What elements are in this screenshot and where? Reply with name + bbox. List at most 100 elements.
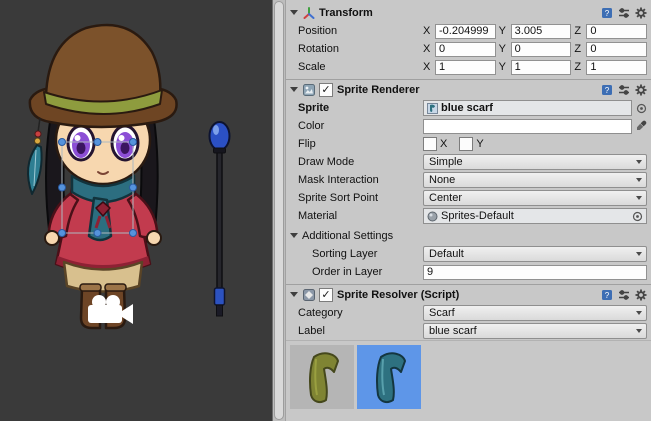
foldout-arrow-icon[interactable] <box>290 87 298 92</box>
svg-text:?: ? <box>604 9 609 18</box>
draw-mode-label: Draw Mode <box>298 156 423 168</box>
sprite-sort-point-dropdown[interactable]: Center <box>423 190 647 206</box>
svg-text:?: ? <box>604 86 609 95</box>
flip-row: Flip X Y <box>286 135 651 153</box>
transform-header[interactable]: Transform ? <box>286 3 651 22</box>
axis-y-label: Y <box>499 43 508 55</box>
sorting-layer-label: Sorting Layer <box>312 248 423 260</box>
flip-x-checkbox[interactable] <box>423 137 437 151</box>
position-row: Position X -0.204999 Y 3.005 Z 0 <box>286 22 651 40</box>
scene-view[interactable] <box>0 0 272 421</box>
sprite-object-field[interactable]: blue scarf <box>423 100 632 116</box>
mask-interaction-label: Mask Interaction <box>298 174 423 186</box>
additional-settings-foldout[interactable]: Additional Settings <box>286 226 651 245</box>
rotation-y-field[interactable]: 0 <box>511 42 572 57</box>
material-sphere-icon <box>427 211 438 222</box>
axis-z-label: Z <box>574 61 583 73</box>
axis-x-label: X <box>423 25 432 37</box>
foldout-arrow-icon[interactable] <box>290 233 298 238</box>
position-z-field[interactable]: 0 <box>586 24 647 39</box>
scale-x-field[interactable]: 1 <box>435 60 496 75</box>
inspector-scrollbar[interactable] <box>272 0 286 421</box>
sprite-renderer-enabled-checkbox[interactable]: ✓ <box>319 83 333 97</box>
order-in-layer-field[interactable]: 9 <box>423 265 647 280</box>
axis-x-label: X <box>423 61 432 73</box>
sprite-variant-list <box>286 340 651 421</box>
svg-text:?: ? <box>604 291 609 300</box>
sprite-renderer-icon <box>302 83 315 96</box>
axis-x-label: X <box>423 43 432 55</box>
order-in-layer-label: Order in Layer <box>312 266 423 278</box>
position-label: Position <box>298 25 423 37</box>
axis-y-label: Y <box>499 25 508 37</box>
sprite-resolver-header[interactable]: ✓ Sprite Resolver (Script) ? <box>286 284 651 304</box>
help-icon[interactable]: ? <box>600 83 613 96</box>
flip-y-label: Y <box>476 138 483 150</box>
scale-vector: X 1 Y 1 Z 1 <box>423 60 647 75</box>
sprite-resolver-enabled-checkbox[interactable]: ✓ <box>319 288 333 302</box>
draw-mode-dropdown[interactable]: Simple <box>423 154 647 170</box>
category-row: Category Scarf <box>286 304 651 322</box>
sprite-label: Sprite <box>298 102 423 114</box>
material-label: Material <box>298 210 423 222</box>
scale-z-field[interactable]: 1 <box>586 60 647 75</box>
axis-z-label: Z <box>574 43 583 55</box>
position-vector: X -0.204999 Y 3.005 Z 0 <box>423 24 647 39</box>
position-y-field[interactable]: 3.005 <box>511 24 572 39</box>
left-eye <box>68 126 94 160</box>
sprite-field-value: blue scarf <box>441 102 493 114</box>
help-icon[interactable]: ? <box>600 288 613 301</box>
eyedropper-icon[interactable] <box>635 120 647 132</box>
rotation-label: Rotation <box>298 43 423 55</box>
presets-icon[interactable] <box>617 6 630 19</box>
presets-icon[interactable] <box>617 288 630 301</box>
rotation-x-field[interactable]: 0 <box>435 42 496 57</box>
unity-editor-window: Transform ? Position X -0.204999 Y 3.005… <box>0 0 651 421</box>
presets-icon[interactable] <box>617 83 630 96</box>
gear-icon[interactable] <box>634 6 647 19</box>
green-scarf-thumbnail[interactable] <box>290 345 354 409</box>
scale-y-field[interactable]: 1 <box>511 60 572 75</box>
sprite-sort-point-row: Sprite Sort Point Center <box>286 189 651 207</box>
object-picker-icon[interactable] <box>635 102 647 114</box>
sprite-renderer-header[interactable]: ✓ Sprite Renderer ? <box>286 79 651 99</box>
blue-scarf-thumbnail[interactable] <box>357 345 421 409</box>
transform-icon <box>302 6 315 19</box>
help-icon[interactable]: ? <box>600 6 613 19</box>
material-object-field[interactable]: Sprites-Default <box>423 208 647 224</box>
scale-label: Scale <box>298 61 423 73</box>
rotation-z-field[interactable]: 0 <box>586 42 647 57</box>
label-dropdown[interactable]: blue scarf <box>423 323 647 339</box>
flip-label: Flip <box>298 138 423 150</box>
sprite-sort-point-label: Sprite Sort Point <box>298 192 423 204</box>
scrollbar-thumb[interactable] <box>274 1 284 420</box>
mask-interaction-dropdown[interactable]: None <box>423 172 647 188</box>
foldout-arrow-icon[interactable] <box>290 10 298 15</box>
flip-y-checkbox[interactable] <box>459 137 473 151</box>
axis-y-label: Y <box>499 61 508 73</box>
material-field-value: Sprites-Default <box>441 210 514 222</box>
foldout-arrow-icon[interactable] <box>290 292 298 297</box>
material-row: Material Sprites-Default <box>286 207 651 225</box>
sorting-layer-row: Sorting Layer Default <box>286 245 651 263</box>
scale-row: Scale X 1 Y 1 Z 1 <box>286 58 651 76</box>
gear-icon[interactable] <box>634 288 647 301</box>
sprite-thumbnail-icon <box>427 103 438 114</box>
object-picker-icon[interactable] <box>631 210 643 222</box>
sprite-row: Sprite blue scarf <box>286 99 651 117</box>
position-x-field[interactable]: -0.204999 <box>435 24 496 39</box>
axis-z-label: Z <box>574 25 583 37</box>
label-row: Label blue scarf <box>286 322 651 340</box>
draw-mode-row: Draw Mode Simple <box>286 153 651 171</box>
order-in-layer-row: Order in Layer 9 <box>286 263 651 281</box>
category-dropdown[interactable]: Scarf <box>423 305 647 321</box>
sorting-layer-dropdown[interactable]: Default <box>423 246 647 262</box>
rotation-vector: X 0 Y 0 Z 0 <box>423 42 647 57</box>
label-label: Label <box>298 325 423 337</box>
transform-title: Transform <box>319 7 373 19</box>
inspector-panel: Transform ? Position X -0.204999 Y 3.005… <box>286 0 651 421</box>
scene-canvas <box>0 0 272 421</box>
sprite-renderer-title: Sprite Renderer <box>337 84 420 96</box>
gear-icon[interactable] <box>634 83 647 96</box>
color-swatch-field[interactable] <box>423 119 632 134</box>
